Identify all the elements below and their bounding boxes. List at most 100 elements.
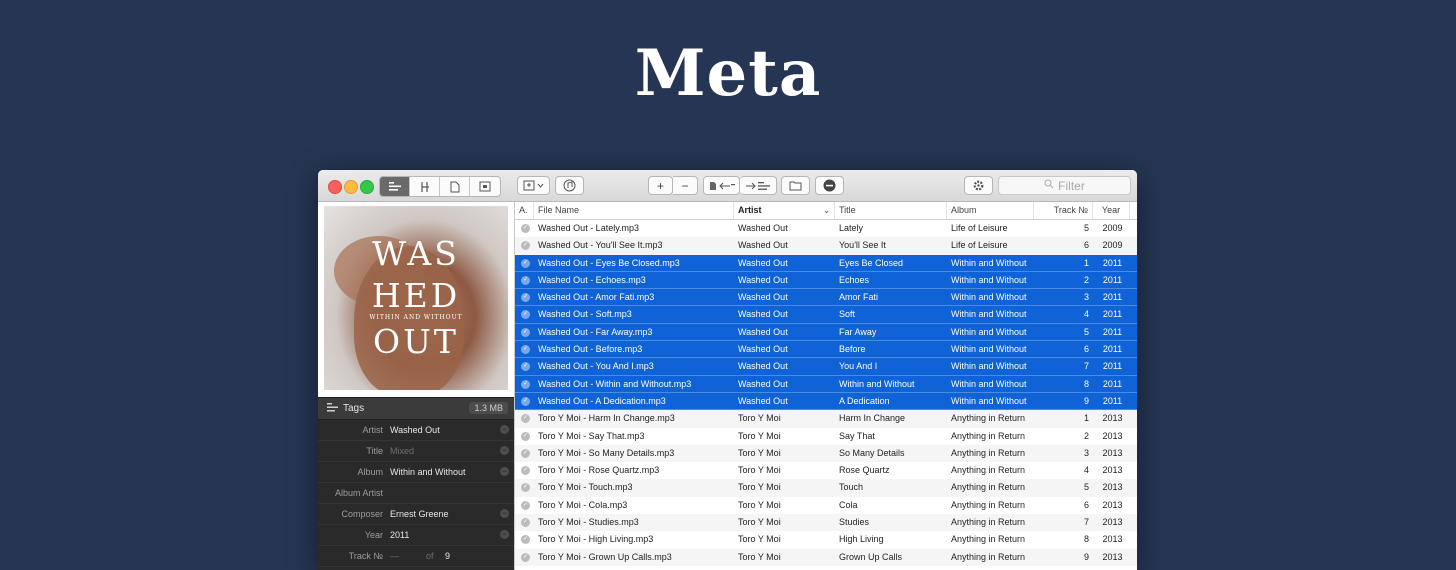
cell-artist: Washed Out <box>738 223 788 233</box>
table-row[interactable]: ✓ Toro Y Moi - High Living.mp3 Toro Y Moi H… <box>515 531 1137 548</box>
clear-field-icon[interactable]: − <box>500 467 509 476</box>
tag-field-value[interactable]: 2011 <box>390 530 409 540</box>
itunes-button[interactable] <box>555 176 584 195</box>
tag-field-row: Track № — of 9 <box>318 545 514 567</box>
table-row[interactable]: ✓ Washed Out - Within and Without.mp3 Wash… <box>515 375 1137 393</box>
zoom-window-button[interactable] <box>360 180 374 194</box>
cell-artist: Toro Y Moi <box>738 430 781 441</box>
table-row[interactable]: ✓ Toro Y Moi - Grown Up Calls.mp3 Toro Y M… <box>515 548 1137 566</box>
tags-section-header[interactable]: Tags 1.3 MB <box>318 397 514 420</box>
table-row[interactable]: ✓ Toro Y Moi - Cola.mp3 Toro Y Moi Cola Anyt… <box>515 497 1137 514</box>
table-row[interactable]: ✓ Toro Y Moi - Say That.mp3 Toro Y Moi Say … <box>515 428 1137 445</box>
cell-album: Anything in Return <box>951 413 1026 424</box>
column-header-album[interactable]: Album <box>947 202 1034 219</box>
filter-search-field[interactable]: Filter <box>998 176 1131 195</box>
table-row[interactable]: ✓ Toro Y Moi - Touch.mp3 Toro Y Moi Touch An… <box>515 479 1137 497</box>
table-row[interactable]: ✓ Washed Out - Before.mp3 Washed Out Before… <box>515 341 1137 359</box>
artwork-icon[interactable] <box>470 177 500 196</box>
cell-year: 2013 <box>1102 447 1123 458</box>
plus-icon: + <box>656 178 664 193</box>
cell-track: 2 <box>1083 274 1089 285</box>
cell-album: Within and Without <box>951 395 1027 406</box>
column-header-artist[interactable]: Artist ⌄ <box>734 202 835 219</box>
clear-button[interactable] <box>815 176 844 195</box>
folder-button[interactable] <box>781 176 810 195</box>
tags-to-filename-button[interactable] <box>740 176 777 195</box>
tag-field-value[interactable]: Washed Out <box>390 425 440 435</box>
table-row[interactable]: ✓ Toro Y Moi - So Many Details.mp3 Toro Y … <box>515 444 1137 463</box>
import-button[interactable] <box>517 176 550 195</box>
table-row[interactable]: ✓ Washed Out - Lately.mp3 Washed Out Lately… <box>515 220 1137 237</box>
import-icon <box>523 180 543 191</box>
artwork-subtitle: WITHIN AND WITHOUT <box>369 314 463 321</box>
column-header-track[interactable]: Track № <box>1034 202 1093 219</box>
tag-field-value[interactable]: Ernest Greene <box>390 509 449 519</box>
cell-album: Life of Leisure <box>951 240 1008 251</box>
minimize-window-button[interactable] <box>344 180 358 194</box>
tag-field-value[interactable]: Within and Without <box>390 467 466 477</box>
cell-track: 8 <box>1083 534 1089 545</box>
table-row[interactable]: ✓ Washed Out - You'll See It.mp3 Washed Ou… <box>515 237 1137 255</box>
cell-track: 5 <box>1083 482 1089 493</box>
check-icon: ✓ <box>521 500 530 510</box>
clear-field-icon[interactable]: − <box>500 425 509 434</box>
hero-title: Meta <box>634 36 822 111</box>
cell-file: Washed Out - Eyes Be Closed.mp3 <box>538 257 680 268</box>
column-header-title[interactable]: Title <box>835 202 947 219</box>
tag-field-row: Composer Ernest Greene − <box>318 503 514 525</box>
tag-field-value[interactable]: Mixed <box>390 446 414 456</box>
cell-title: Before <box>839 344 866 355</box>
cell-album: Anything in Return <box>951 534 1026 545</box>
cell-year: 2011 <box>1102 378 1123 389</box>
table-row[interactable]: ✓ Toro Y Moi - Harm In Change.mp3 Toro Y M… <box>515 410 1137 428</box>
artwork-well[interactable]: WAS HED WITHIN AND WITHOUT OUT <box>318 202 514 397</box>
column-header-artwork[interactable]: A. <box>515 202 534 219</box>
cell-title: Studies <box>839 517 870 528</box>
check-icon: ✓ <box>521 414 530 424</box>
check-icon: ✓ <box>521 483 530 493</box>
cell-album: Within and Without <box>951 257 1027 268</box>
tags-view-icon[interactable] <box>380 177 410 196</box>
cell-artist: Washed Out <box>738 274 788 285</box>
table-row[interactable]: ✓ Washed Out - Far Away.mp3 Washed Out Far … <box>515 323 1137 342</box>
cell-year: 2011 <box>1102 274 1123 285</box>
table-row[interactable]: ✓ Washed Out - Amor Fati.mp3 Washed Out Amo… <box>515 289 1137 307</box>
cell-title: Cola <box>839 499 858 510</box>
artwork-text-line2: HED <box>371 276 461 315</box>
close-window-button[interactable] <box>328 180 342 194</box>
column-header-file-name[interactable]: File Name <box>534 202 734 219</box>
cell-album: Anything in Return <box>951 465 1026 476</box>
minus-circle-icon <box>823 179 836 192</box>
cell-track: 6 <box>1083 240 1089 251</box>
music-icon[interactable] <box>410 177 440 196</box>
check-icon: ✓ <box>521 310 530 320</box>
table-row[interactable]: ✓ Washed Out - Eyes Be Closed.mp3 Washed O… <box>515 254 1137 272</box>
artwork-text-line3: OUT <box>373 322 459 361</box>
clear-field-icon[interactable]: − <box>500 530 509 539</box>
table-row[interactable]: ✓ Washed Out - Echoes.mp3 Washed Out Echoes… <box>515 271 1137 290</box>
table-row[interactable]: ✓ Washed Out - A Dedication.mp3 Washed Out… <box>515 392 1137 411</box>
cell-track: 7 <box>1083 517 1089 528</box>
add-button[interactable]: + <box>648 176 673 195</box>
cell-track: 6 <box>1083 499 1089 510</box>
check-icon: ✓ <box>521 431 530 441</box>
column-header-year[interactable]: Year <box>1093 202 1130 219</box>
cell-track: 3 <box>1083 292 1089 303</box>
clear-field-icon[interactable]: − <box>500 509 509 518</box>
cell-file: Washed Out - Echoes.mp3 <box>538 274 646 285</box>
cell-title: Echoes <box>839 274 870 285</box>
cell-year: 2013 <box>1102 517 1123 528</box>
cell-file: Toro Y Moi - Say That.mp3 <box>538 430 645 441</box>
document-icon[interactable] <box>440 177 470 196</box>
table-row[interactable]: ✓ Washed Out - You And I.mp3 Washed Out You… <box>515 358 1137 376</box>
filter-placeholder: Filter <box>1058 178 1085 193</box>
clear-field-icon[interactable]: − <box>500 446 509 455</box>
settings-button[interactable] <box>964 176 993 195</box>
remove-button[interactable]: − <box>673 176 698 195</box>
table-row[interactable]: ✓ Toro Y Moi - Rose Quartz.mp3 Toro Y Moi R… <box>515 462 1137 479</box>
table-row[interactable]: ✓ Washed Out - Soft.mp3 Washed Out Soft With… <box>515 306 1137 324</box>
check-icon: ✓ <box>521 535 530 545</box>
table-row[interactable]: ✓ Toro Y Moi - Studies.mp3 Toro Y Moi Studi… <box>515 514 1137 532</box>
cell-file: Washed Out - Within and Without.mp3 <box>538 378 692 389</box>
filename-to-tags-button[interactable] <box>703 176 740 195</box>
